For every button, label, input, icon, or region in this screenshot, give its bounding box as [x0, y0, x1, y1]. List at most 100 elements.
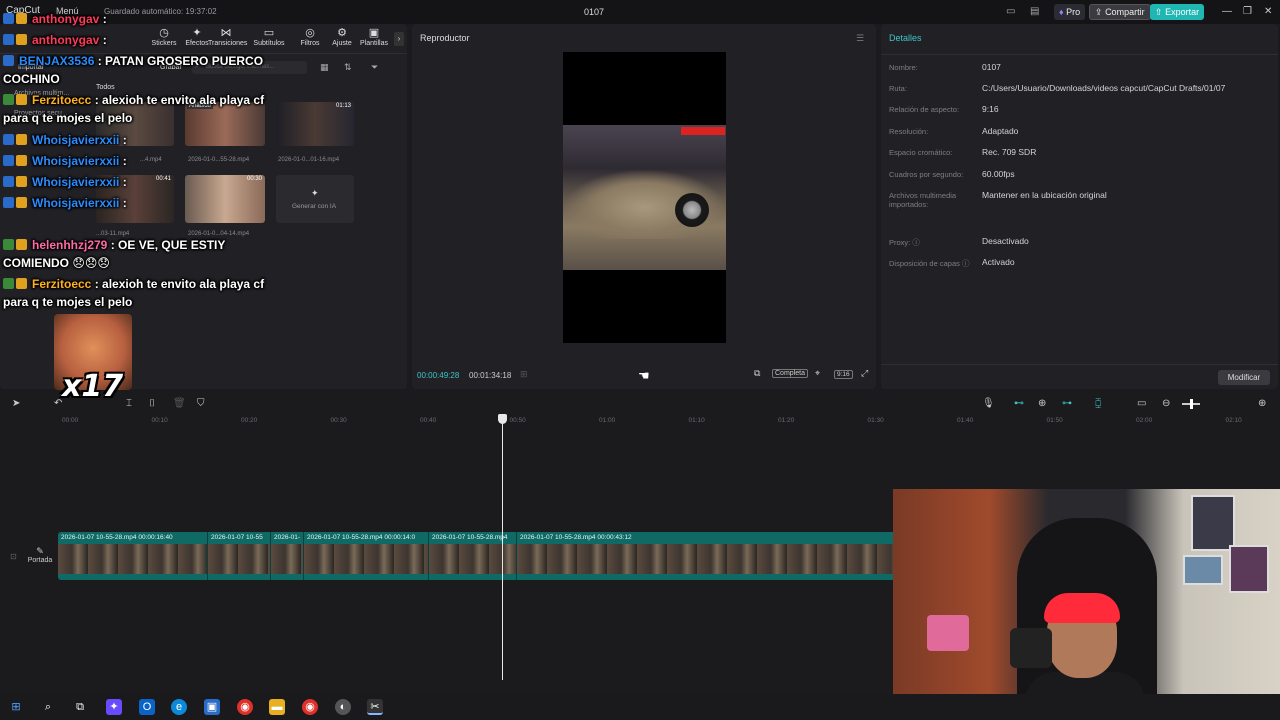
chat-text: : — [122, 196, 127, 210]
pro-button[interactable]: ♦ Pro — [1054, 4, 1086, 20]
obs-icon[interactable]: ◐ — [335, 699, 351, 715]
tab-ajuste[interactable]: ⚙ Ajuste — [324, 27, 360, 47]
chat-username: Whoisjavierxxii — [32, 196, 120, 210]
streamer-hair — [1044, 593, 1120, 623]
detail-value: Desactivado — [982, 236, 1029, 246]
zoom-out-icon[interactable]: ⊖ — [1162, 398, 1170, 409]
poster — [1229, 545, 1269, 593]
video-track[interactable]: 2026-01-07 10-55-28.mp4 00:00:16:40 2026-… — [58, 532, 898, 580]
chat-text: : — [122, 133, 127, 147]
zoom-slider[interactable] — [1182, 399, 1200, 409]
mod-badge-icon — [3, 278, 14, 289]
chat-username: Whoisjavierxxii — [32, 175, 120, 189]
timeline-toolbar: ➤ ↶ ⌶ ⌷ 🗑 ⛉ 🎙 ⊷ ⊕ ⊶ ⧮ ▭ ⊖ ⊕ — [0, 394, 1280, 414]
preview-axis-icon[interactable]: ⧮ — [1095, 398, 1101, 409]
media-thumbnail[interactable]: Añadido — [185, 102, 265, 146]
chrome-icon[interactable]: ◉ — [237, 699, 253, 715]
search-icon[interactable]: ⌕ — [40, 699, 56, 715]
thumb-duration: 01:13 — [335, 103, 351, 109]
playhead-handle[interactable] — [498, 414, 507, 424]
select-tool-icon[interactable]: ➤ — [12, 398, 20, 409]
fullscreen-icon[interactable]: ⤢ — [861, 368, 868, 379]
delete-icon[interactable]: 🗑 — [173, 398, 186, 409]
playhead[interactable] — [502, 414, 503, 680]
chat-username: Whoisjavierxxii — [32, 154, 120, 168]
capcut-icon[interactable]: ✂ — [367, 699, 383, 715]
store-icon[interactable]: ▣ — [204, 699, 220, 715]
task-view-icon[interactable]: ⧉ — [72, 699, 88, 715]
filter-all[interactable]: Todos — [96, 84, 115, 91]
tab-transiciones[interactable]: ⋈ Transiciones — [208, 27, 247, 47]
file-name: ...4.mp4 — [140, 157, 162, 163]
tab-subtítulos[interactable]: ▭ Subtítulos — [251, 27, 287, 47]
zoom-in-icon[interactable]: ⊕ — [1258, 398, 1266, 409]
snap-icon[interactable]: ⊕ — [1038, 398, 1046, 409]
timeline-clip[interactable]: 2026-01-07 10-55-28.mp4 00:00:16:40 — [58, 532, 208, 580]
timeline-clip[interactable]: 2026-01- — [271, 532, 304, 580]
close-icon[interactable]: ✕ — [1264, 6, 1272, 17]
chat-text: : — [122, 154, 127, 168]
tab-filtros[interactable]: ◎ Filtros — [292, 27, 328, 47]
microphone-icon[interactable]: 🎙 — [982, 398, 995, 409]
ratio-button[interactable]: 9:16 — [834, 370, 853, 379]
chat-username: Ferzitoecc — [32, 93, 92, 107]
menu-icon[interactable]: ☰ — [856, 33, 864, 44]
minimize-icon[interactable]: — — [1222, 6, 1232, 17]
caption-icon[interactable]: ▭ — [1137, 398, 1146, 409]
poster — [1183, 555, 1223, 585]
crop-icon[interactable]: ⧉ — [754, 368, 760, 379]
export-button[interactable]: ⇧ Exportar — [1150, 4, 1205, 20]
chrome-icon[interactable]: ◉ — [302, 699, 318, 715]
tab-plantillas[interactable]: ▣ Plantillas — [356, 27, 392, 47]
file-name: 2026-01-0...04-14.mp4 — [188, 231, 250, 237]
timeline-clip[interactable]: 2026-01-07 10-55-28.mp4 00:00:43:12 — [517, 532, 898, 580]
timeline-ruler[interactable]: 00:00 00:10 00:20 00:30 00:40 00:50 01:00 01:10… — [56, 414, 1280, 428]
outlook-icon[interactable]: O — [139, 699, 155, 715]
split-icon[interactable]: ⌶ — [126, 398, 132, 409]
generate-ai-card[interactable]: ✦ Generar con IA — [276, 175, 354, 223]
link-icon[interactable]: ⊷ — [1014, 398, 1024, 409]
sort-icon[interactable]: ⇅ — [344, 62, 352, 73]
focus-icon[interactable]: ⌖ — [815, 368, 820, 379]
shield-icon[interactable]: ⛉ — [197, 398, 205, 409]
trim-icon[interactable]: ⌷ — [149, 398, 155, 409]
maximize-icon[interactable]: ❐ — [1243, 6, 1252, 17]
filter-icon[interactable]: ⏷ — [371, 62, 378, 73]
share-icon: ⇪ — [1095, 7, 1103, 17]
vip-badge-icon — [3, 34, 14, 45]
upload-icon: ⇧ — [1155, 7, 1163, 17]
tab-stickers[interactable]: ◷ Stickers — [146, 27, 182, 47]
layout-icon[interactable]: ▭ — [1006, 6, 1015, 17]
copilot-icon[interactable]: ✦ — [106, 699, 122, 715]
file-explorer-icon[interactable]: ▬ — [269, 699, 285, 715]
chat-message: Whoisjavierxxii : — [3, 175, 127, 190]
detail-key: Nombre: — [889, 63, 918, 72]
microphone — [1010, 628, 1052, 668]
shortcuts-icon[interactable]: ▤ — [1030, 6, 1039, 17]
windows-start-icon[interactable]: ⊞ — [8, 699, 24, 715]
chevron-right-icon[interactable]: › — [394, 32, 404, 46]
track-lock-icon[interactable]: ⊡ — [10, 552, 17, 561]
timeline-grid-icon[interactable]: ⊞ — [520, 369, 528, 380]
timeline-clip[interactable]: 2026-01-07 10-55 — [208, 532, 271, 580]
zoom-slider-handle[interactable] — [1190, 399, 1193, 409]
ruler-tick: 00:20 — [241, 417, 258, 424]
media-thumbnail[interactable]: 01:13 — [276, 102, 354, 146]
thumb-duration: 00:30 — [246, 176, 262, 182]
timeline-clip[interactable]: 2026-01-07 10-55-28.mp4 — [429, 532, 517, 580]
vip-badge-icon — [3, 55, 14, 66]
detail-key: Cuadros por segundo: — [889, 170, 964, 179]
modify-button[interactable]: Modificar — [1218, 370, 1270, 385]
cover-button[interactable]: ✎ Portada — [26, 546, 54, 572]
media-thumbnail[interactable]: 00:30 — [185, 175, 265, 223]
timeline-clip[interactable]: 2026-01-07 10-55-28.mp4 00:00:14:0 — [304, 532, 429, 580]
magnet-icon[interactable]: ⊶ — [1062, 398, 1072, 409]
edge-icon[interactable]: e — [171, 699, 187, 715]
full-button[interactable]: Completa — [772, 369, 808, 378]
car-wheel — [675, 193, 709, 227]
tab-icon: ▣ — [368, 27, 380, 39]
grid-view-icon[interactable]: ▦ — [320, 62, 329, 73]
tab-label: Efectos — [185, 40, 209, 47]
share-button[interactable]: ⇪ Compartir — [1089, 4, 1151, 20]
vip-badge-icon — [3, 176, 14, 187]
